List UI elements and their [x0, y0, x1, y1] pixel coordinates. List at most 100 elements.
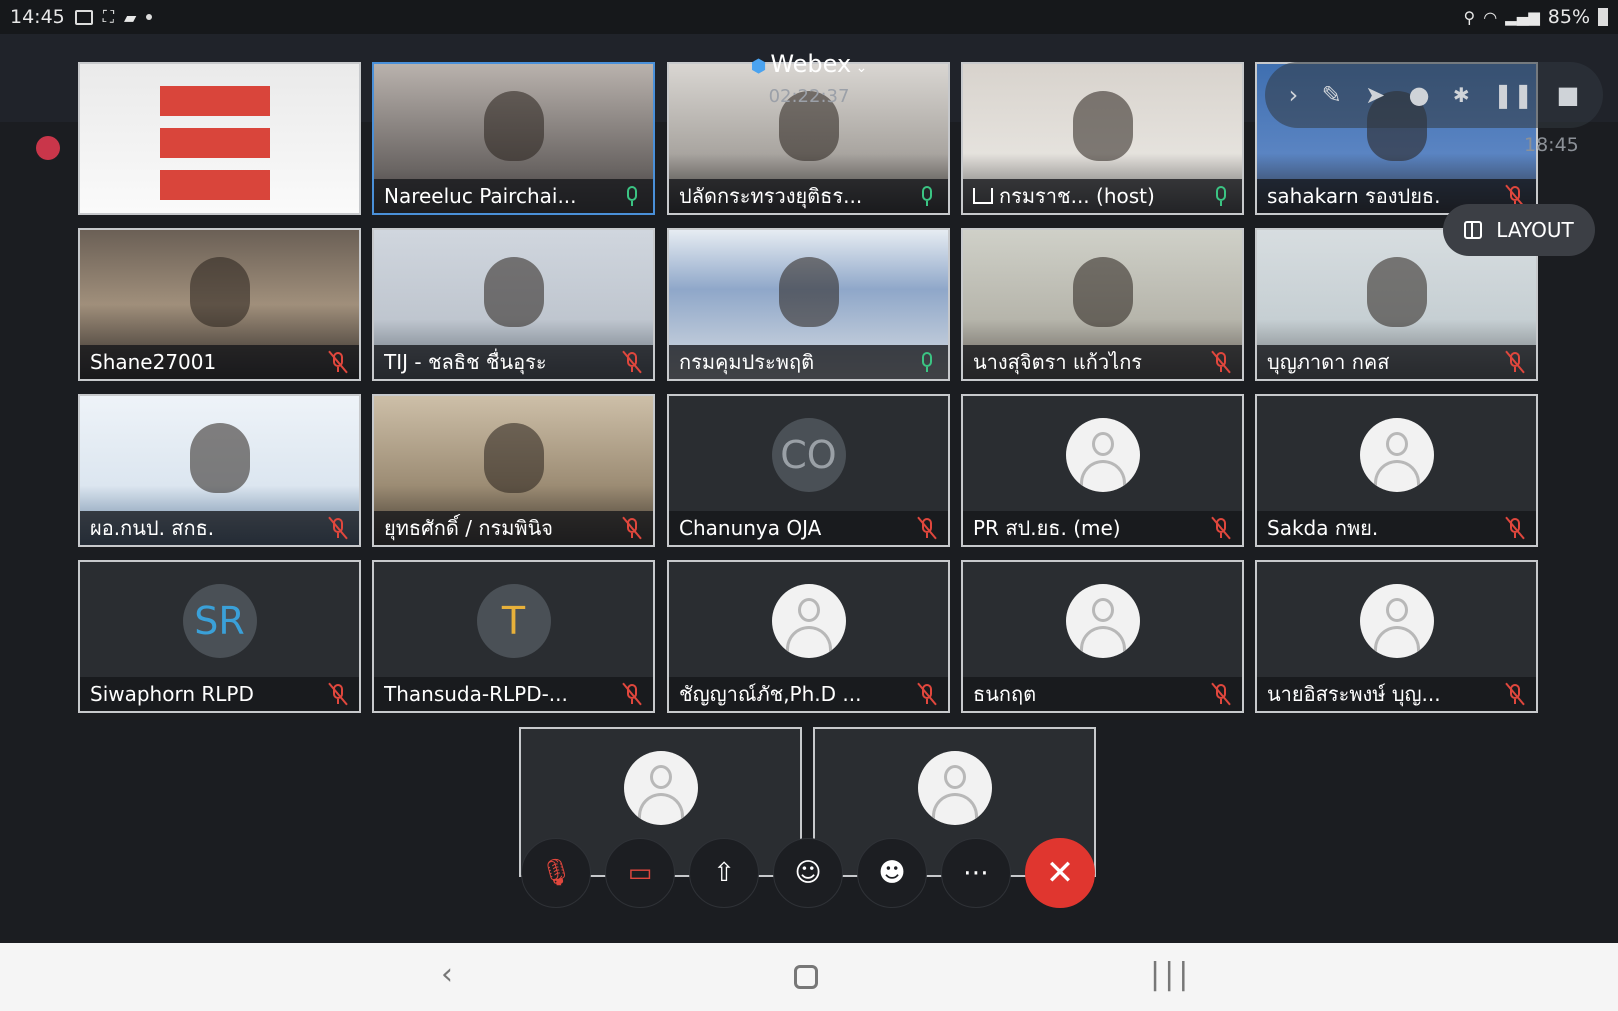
mic-muted-icon — [621, 350, 643, 374]
participant-tile[interactable]: PR สป.ยธ. (me) — [961, 394, 1244, 547]
avatar: T — [476, 584, 551, 658]
participant-name: ปลัดกระทรวงยุติธร... — [679, 184, 863, 208]
sharing-icon — [973, 188, 993, 204]
mic-on-icon — [1210, 184, 1232, 208]
participant-name: Chanunya OJA — [679, 516, 822, 540]
mic-muted-icon — [1504, 350, 1526, 374]
participant-silhouette — [778, 256, 839, 327]
participant-name: TIJ - ชลธิช ชื่นอุระ — [384, 350, 547, 374]
participant-tile[interactable]: นางสุจิตรา แก้วไกร — [961, 228, 1244, 381]
person-icon[interactable]: ● — [1409, 81, 1430, 109]
screenshot-icon: ⛶ — [102, 7, 114, 26]
home-icon[interactable] — [794, 965, 818, 989]
mic-muted-icon — [327, 516, 349, 540]
participant-namebar: บุญภาดา กคส — [1257, 345, 1536, 379]
participant-name: PR สป.ยธ. (me) — [973, 516, 1121, 540]
default-avatar-icon — [1065, 584, 1140, 658]
end-call-button[interactable]: ✕ — [1025, 838, 1095, 908]
participant-tile[interactable]: Nareeluc Pairchai... — [372, 62, 655, 215]
location-icon: ⚲ — [1463, 7, 1476, 27]
participant-silhouette — [483, 422, 544, 493]
participant-namebar: ผอ.กนป. สกธ. — [80, 511, 359, 545]
pen-icon[interactable]: ✎ — [1322, 81, 1342, 109]
participant-name: กรมคุมประพฤติ — [679, 350, 815, 374]
battery-icon — [1598, 8, 1608, 26]
participant-tile[interactable]: Sakda กพย. — [1255, 394, 1538, 547]
participant-silhouette — [1366, 256, 1427, 327]
participant-tile[interactable]: CO Chanunya OJA — [667, 394, 950, 547]
signal-icon: ▂▄▆ — [1505, 8, 1540, 26]
participant-namebar: นางสุจิตรา แก้วไกร — [963, 345, 1242, 379]
participant-silhouette — [483, 256, 544, 327]
participant-name: ผอ.กนป. สกธ. — [90, 516, 215, 540]
wifi-icon: ◠ — [1483, 7, 1498, 27]
participant-namebar: PR สป.ยธ. (me) — [963, 511, 1242, 545]
message-icon: ▰ — [123, 7, 137, 27]
mic-muted-icon — [621, 516, 643, 540]
participant-namebar: TIJ - ชลธิช ชื่นอุระ — [374, 345, 653, 379]
participant-name: นางสุจิตรา แก้วไกร — [973, 350, 1143, 374]
participant-name: นายอิสระพงษ์ บุญ... — [1267, 682, 1441, 706]
more-icon: ⋯ — [963, 858, 989, 888]
participant-name: ธนกฤต — [973, 682, 1037, 706]
participant-namebar: นายอิสระพงษ์ บุญ... — [1257, 677, 1536, 711]
participant-name: กรมราช... (host) — [999, 184, 1155, 208]
mic-off-icon: 🎙︎ — [539, 858, 573, 888]
close-icon: ✕ — [1045, 853, 1075, 893]
participant-namebar: ชัญญาณ์ภัช,Ph.D ... — [669, 677, 948, 711]
mic-muted-icon — [1504, 516, 1526, 540]
participant-tile[interactable]: T Thansuda-RLPD-... — [372, 560, 655, 713]
participant-name: Siwaphorn RLPD — [90, 682, 254, 706]
participant-tile[interactable]: กรมคุมประพฤติ — [667, 228, 950, 381]
clock: 14:45 — [10, 6, 65, 28]
emoji-icon: ☻ — [878, 858, 906, 888]
mic-muted-icon — [327, 350, 349, 374]
default-avatar-icon — [623, 751, 698, 825]
chevron-down-icon: ⌄ — [851, 60, 868, 76]
layout-button[interactable]: LAYOUT — [1443, 204, 1595, 256]
mic-muted-icon — [1210, 682, 1232, 706]
participant-tile[interactable]: Shane27001 — [78, 228, 361, 381]
more-button[interactable]: ⋯ — [941, 838, 1011, 908]
participants-icon: ☺ — [794, 858, 822, 888]
recent-apps-icon[interactable]: ||| — [1150, 957, 1192, 992]
participant-tile[interactable]: ชัญญาณ์ภัช,Ph.D ... — [667, 560, 950, 713]
participant-namebar: Siwaphorn RLPD — [80, 677, 359, 711]
back-icon[interactable]: ‹ — [441, 957, 453, 992]
participant-tile[interactable]: นายอิสระพงษ์ บุญ... — [1255, 560, 1538, 713]
participants-button[interactable]: ☺ — [773, 838, 843, 908]
layout-button-label: LAYOUT — [1496, 218, 1574, 242]
participant-tile[interactable] — [78, 62, 361, 215]
chevron-right-icon[interactable]: › — [1289, 81, 1299, 109]
video-off-icon: ▭ — [627, 858, 653, 888]
participant-tile[interactable]: ปลัดกระทรวงยุติธร... — [667, 62, 950, 215]
share-button[interactable]: ⇧ — [689, 838, 759, 908]
participant-tile[interactable]: ธนกฤต — [961, 560, 1244, 713]
mic-on-icon — [621, 184, 643, 208]
share-icon: ⇧ — [713, 858, 735, 888]
participant-namebar: กรมคุมประพฤติ — [669, 345, 948, 379]
participant-namebar: Shane27001 — [80, 345, 359, 379]
participant-namebar: ปลัดกระทรวงยุติธร... — [669, 179, 948, 213]
stop-icon[interactable]: ■ — [1557, 81, 1580, 109]
participant-tile[interactable]: SR Siwaphorn RLPD — [78, 560, 361, 713]
pause-icon[interactable]: ❚❚ — [1493, 81, 1533, 109]
participant-tile[interactable]: ยุทธศักดิ์ / กรมพินิจ — [372, 394, 655, 547]
participant-name: Sakda กพย. — [1267, 516, 1379, 540]
mic-muted-icon — [916, 516, 938, 540]
participant-name: Thansuda-RLPD-... — [384, 682, 568, 706]
reactions-button[interactable]: ☻ — [857, 838, 927, 908]
participant-tile[interactable]: TIJ - ชลธิช ชื่นอุระ — [372, 228, 655, 381]
mic-muted-icon — [1210, 516, 1232, 540]
default-avatar-icon — [1065, 418, 1140, 492]
default-avatar-icon — [917, 751, 992, 825]
participant-tile[interactable]: กรมราช... (host) — [961, 62, 1244, 215]
participant-tile[interactable]: ผอ.กนป. สกธ. — [78, 394, 361, 547]
shared-slide-block — [160, 128, 270, 158]
participant-namebar: Nareeluc Pairchai... — [374, 179, 653, 213]
mute-button[interactable]: 🎙︎ — [521, 838, 591, 908]
video-button[interactable]: ▭ — [605, 838, 675, 908]
pointer-icon[interactable]: ➤ — [1365, 81, 1385, 109]
mic-muted-icon — [1504, 682, 1526, 706]
participant-namebar: กรมราช... (host) — [963, 179, 1242, 213]
